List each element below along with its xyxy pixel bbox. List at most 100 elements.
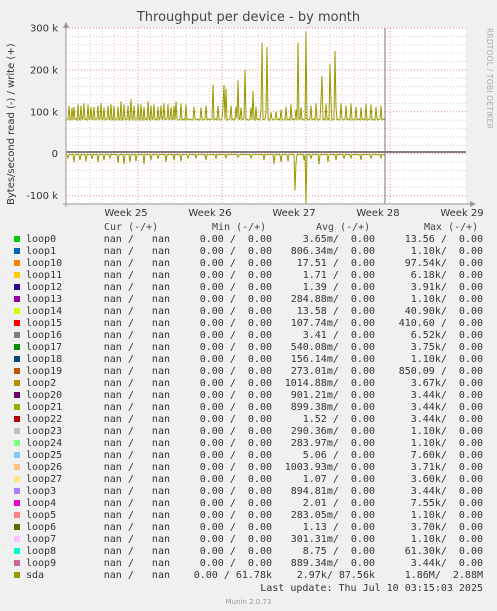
legend-cur: nan / nan	[103, 474, 170, 485]
legend-max: 3.70k/ 0.00	[410, 522, 483, 533]
legend-max: 410.60 / 0.00	[398, 318, 483, 329]
legend-row: loop26 nan / nan 0.00 / 0.00 1003.93m/ 0.00…	[0, 462, 497, 474]
legend-row: loop6 nan / nan 0.00 / 0.00 1.13 / 0.00 3.70…	[0, 522, 497, 534]
legend-max: 3.67k/ 0.00	[410, 378, 483, 389]
legend-name: loop5	[26, 510, 57, 521]
last-update: Last update: Thu Jul 10 03:15:03 2025	[260, 583, 483, 594]
legend-swatch	[14, 392, 20, 398]
legend-avg: 1003.93m/ 0.00	[284, 462, 375, 473]
x-tick-label: Week 29	[440, 208, 483, 219]
legend-cur: nan / nan	[103, 486, 170, 497]
legend-swatch	[14, 476, 20, 482]
legend-swatch	[14, 236, 20, 242]
legend-swatch	[14, 464, 20, 470]
x-tick-label: Week 25	[104, 208, 147, 219]
legend-min: 0.00 / 0.00	[199, 378, 272, 389]
legend-min: 0.00 / 0.00	[199, 270, 272, 281]
legend-swatch	[14, 320, 20, 326]
legend-name: loop1	[26, 246, 57, 257]
legend-max: 3.44k/ 0.00	[410, 414, 483, 425]
legend-row: loop23 nan / nan 0.00 / 0.00 290.36m/ 0.00 1…	[0, 426, 497, 438]
legend-row: loop13 nan / nan 0.00 / 0.00 284.88m/ 0.00 1…	[0, 294, 497, 306]
legend-max: 1.10k/ 0.00	[410, 438, 483, 449]
legend-cur: nan / nan	[103, 462, 170, 473]
legend-avg: 3.65m/ 0.00	[302, 234, 375, 245]
legend-max: 3.44k/ 0.00	[410, 390, 483, 401]
legend-min: 0.00 / 0.00	[199, 330, 272, 341]
legend-row: loop0 nan / nan 0.00 / 0.00 3.65m/ 0.00 13.5…	[0, 234, 497, 246]
legend-min: 0.00 / 0.00	[199, 498, 272, 509]
legend-max: 3.44k/ 0.00	[410, 486, 483, 497]
legend-max: 1.10k/ 0.00	[410, 534, 483, 545]
legend-row: loop3 nan / nan 0.00 / 0.00 894.81m/ 0.00 3.…	[0, 486, 497, 498]
legend-min: 0.00 / 0.00	[199, 546, 272, 557]
legend-avg: 901.21m/ 0.00	[290, 390, 375, 401]
legend-name: loop4	[26, 498, 57, 509]
legend-max: 3.91k/ 0.00	[410, 282, 483, 293]
legend-name: loop24	[26, 438, 63, 449]
legend-swatch	[14, 284, 20, 290]
legend-cur: nan / nan	[103, 390, 170, 401]
legend-swatch	[14, 404, 20, 410]
legend-cur: nan / nan	[103, 378, 170, 389]
legend-cur: nan / nan	[103, 534, 170, 545]
legend-cur: nan / nan	[103, 522, 170, 533]
legend-min: 0.00 / 0.00	[199, 450, 272, 461]
legend-avg: 894.81m/ 0.00	[290, 486, 375, 497]
legend-min: 0.00 / 0.00	[199, 246, 272, 257]
throughput-chart: 300 k200 k100 k0-100 k Week 25 Week 26 Wee…	[6, 22, 484, 219]
legend-cur: nan / nan	[103, 330, 170, 341]
legend-avg: 107.74m/ 0.00	[290, 318, 375, 329]
x-tick-label: Week 26	[188, 208, 231, 219]
legend-swatch	[14, 356, 20, 362]
legend-swatch	[14, 548, 20, 554]
legend-cur: nan / nan	[103, 354, 170, 365]
legend-min: 0.00 / 0.00	[199, 294, 272, 305]
legend-min: 0.00 / 61.78k	[193, 570, 272, 581]
legend-min: 0.00 / 0.00	[199, 282, 272, 293]
legend-min: 0.00 / 0.00	[199, 318, 272, 329]
legend-name: loop21	[26, 402, 63, 413]
legend-min: 0.00 / 0.00	[199, 402, 272, 413]
legend-max: 3.60k/ 0.00	[410, 474, 483, 485]
legend-max: 97.54k/ 0.00	[404, 258, 483, 269]
legend-max: 6.18k/ 0.00	[410, 270, 483, 281]
legend-avg: 1.13 / 0.00	[302, 522, 375, 533]
legend-swatch	[14, 500, 20, 506]
legend-min: 0.00 / 0.00	[199, 366, 272, 377]
legend-cur: nan / nan	[103, 414, 170, 425]
legend-avg: 1.07 / 0.00	[302, 474, 375, 485]
y-tick-label: 200 k	[30, 65, 58, 76]
legend-avg: 5.06 / 0.00	[302, 450, 375, 461]
legend-min: 0.00 / 0.00	[199, 462, 272, 473]
legend-min: 0.00 / 0.00	[199, 510, 272, 521]
x-tick-label: Week 28	[356, 208, 399, 219]
legend-min: 0.00 / 0.00	[199, 306, 272, 317]
legend-swatch	[14, 332, 20, 338]
legend-row: loop25 nan / nan 0.00 / 0.00 5.06 / 0.00 7.6…	[0, 450, 497, 462]
legend-name: loop23	[26, 426, 63, 437]
legend-row: loop18 nan / nan 0.00 / 0.00 156.14m/ 0.00 1…	[0, 354, 497, 366]
legend-max: 1.10k/ 0.00	[410, 246, 483, 257]
legend-name: loop0	[26, 234, 57, 245]
legend-name: loop18	[26, 354, 63, 365]
legend-name: loop6	[26, 522, 57, 533]
legend-max: 6.52k/ 0.00	[410, 330, 483, 341]
legend-max: 1.86M/ 2.88M	[404, 570, 483, 581]
legend-name: loop20	[26, 390, 63, 401]
legend-row: loop7 nan / nan 0.00 / 0.00 301.31m/ 0.00 1.…	[0, 534, 497, 546]
legend-row: loop16 nan / nan 0.00 / 0.00 3.41 / 0.00 6.5…	[0, 330, 497, 342]
legend-row: loop11 nan / nan 0.00 / 0.00 1.71 / 0.00 6.1…	[0, 270, 497, 282]
legend-name: sda	[26, 570, 45, 581]
legend-max: 1.10k/ 0.00	[410, 426, 483, 437]
legend-row: loop19 nan / nan 0.00 / 0.00 273.01m/ 0.00 8…	[0, 366, 497, 378]
legend-swatch	[14, 572, 20, 578]
legend-avg: 3.41 / 0.00	[302, 330, 375, 341]
legend-max: 850.09 / 0.00	[398, 366, 483, 377]
header-min: Min (-/+)	[212, 222, 267, 233]
legend-cur: nan / nan	[103, 438, 170, 449]
legend-cur: nan / nan	[103, 510, 170, 521]
munin-version: Munin 2.0.73	[225, 598, 272, 606]
legend-row: loop22 nan / nan 0.00 / 0.00 1.52 / 0.00 3.4…	[0, 414, 497, 426]
y-tick-label: 300 k	[30, 24, 58, 35]
